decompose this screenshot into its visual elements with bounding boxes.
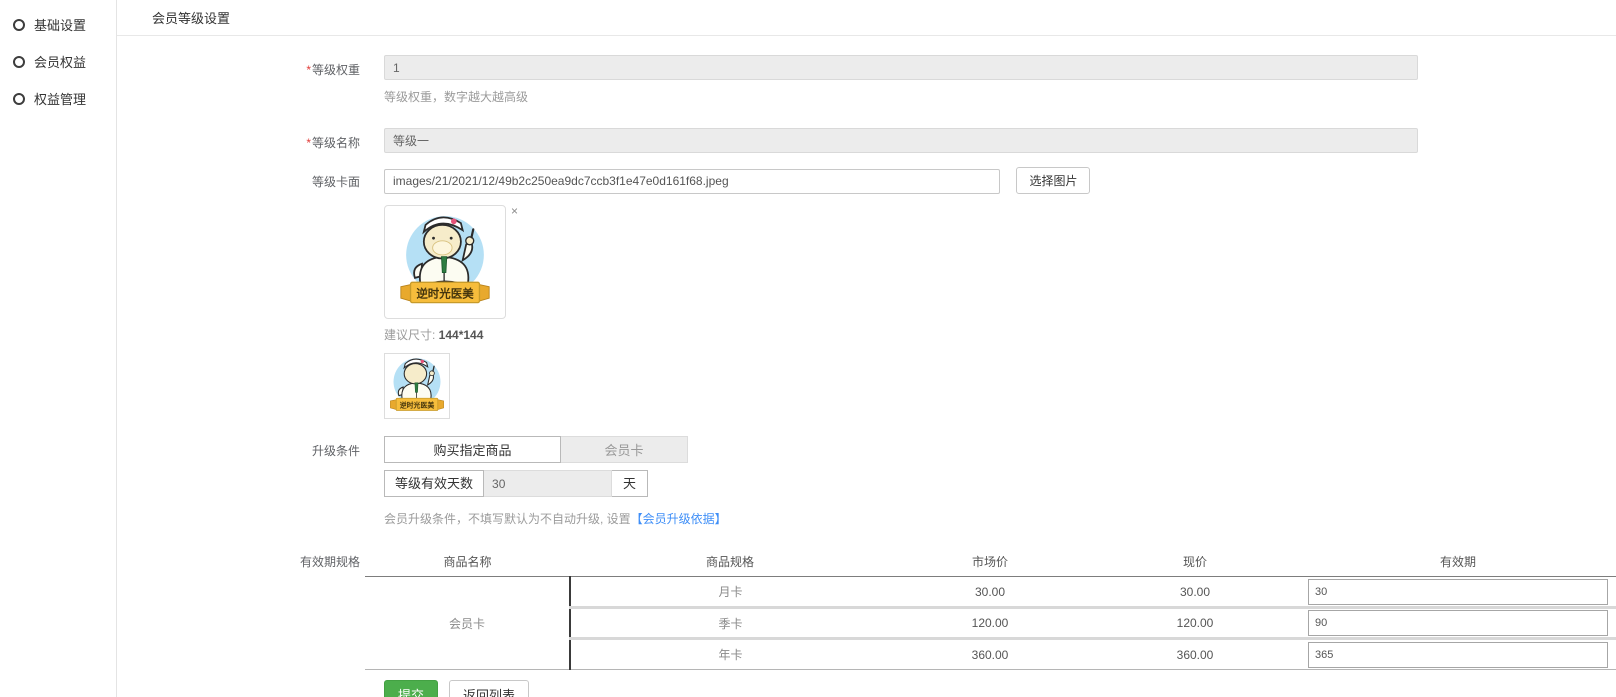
mascot-banner-text: 逆时光医美: [416, 286, 474, 300]
col-header-market-price: 市场价: [890, 549, 1090, 577]
back-to-list-button[interactable]: 返回列表: [449, 680, 529, 697]
level-card-label: 等级卡面: [117, 167, 360, 419]
card-image-preview: 逆时光医美: [384, 205, 506, 319]
form-actions: 提交 返回列表: [384, 680, 1616, 697]
validity-spec-label: 有效期规格: [117, 549, 360, 670]
validity-input[interactable]: [1308, 642, 1608, 668]
valid-days-label: 等级有效天数: [384, 470, 484, 497]
tab-member-card[interactable]: 会员卡: [561, 436, 688, 463]
spec-cell: 月卡: [570, 577, 890, 608]
upgrade-help: 会员升级条件，不填写默认为不自动升级, 设置【会员升级依据】: [384, 510, 1616, 527]
upgrade-condition-label: 升级条件: [117, 436, 360, 527]
radio-circle-icon: [13, 93, 25, 105]
spec-cell: 季卡: [570, 608, 890, 639]
sidebar-item-label: 会员权益: [34, 52, 86, 71]
sidebar-item-basic-settings[interactable]: 基础设置: [0, 6, 116, 43]
close-icon[interactable]: ×: [511, 205, 518, 217]
level-weight-input[interactable]: [384, 55, 1418, 80]
tab-buy-specified-goods[interactable]: 购买指定商品: [384, 436, 561, 463]
member-level-form: *等级权重 等级权重，数字越大越高级 *等级名称 等级卡面: [117, 55, 1616, 697]
validity-input[interactable]: [1308, 579, 1608, 605]
level-name-label: *等级名称: [117, 128, 360, 153]
upgrade-basis-link[interactable]: 【会员升级依据】: [631, 512, 727, 526]
level-weight-help: 等级权重，数字越大越高级: [384, 88, 1616, 105]
table-row: 会员卡 月卡 30.00 30.00: [365, 577, 1616, 608]
spec-table-header-row: 商品名称 商品规格 市场价 现价 有效期: [365, 549, 1616, 577]
valid-days-unit: 天: [612, 470, 648, 497]
valid-days-input[interactable]: [484, 470, 612, 497]
market-price-cell: 120.00: [890, 608, 1090, 639]
card-image-preview-wrap: 逆时光医美 ×: [384, 205, 1616, 319]
market-price-cell: 360.00: [890, 639, 1090, 670]
level-weight-label: *等级权重: [117, 55, 360, 105]
size-hint: 建议尺寸: 144*144: [384, 326, 1616, 343]
market-price-cell: 30.00: [890, 577, 1090, 608]
price-cell: 120.00: [1090, 608, 1300, 639]
col-header-product-name: 商品名称: [365, 549, 570, 577]
level-name-input[interactable]: [384, 128, 1418, 153]
sidebar-item-label: 基础设置: [34, 15, 86, 34]
card-image-thumbnail: 逆时光医美: [384, 353, 450, 419]
main-content: 会员等级设置 *等级权重 等级权重，数字越大越高级 *等级名称 等级卡面: [117, 0, 1616, 697]
form-row-level-weight: *等级权重 等级权重，数字越大越高级: [117, 55, 1616, 105]
form-row-level-card: 等级卡面 选择图片: [117, 167, 1616, 419]
col-header-price: 现价: [1090, 549, 1300, 577]
app-window: 基础设置 会员权益 权益管理 会员等级设置 *等级权重 等级权重，数字越大越高级: [0, 0, 1616, 697]
sidebar-item-benefit-management[interactable]: 权益管理: [0, 80, 116, 117]
spec-cell: 年卡: [570, 639, 890, 670]
page-title: 会员等级设置: [117, 0, 1616, 36]
col-header-product-spec: 商品规格: [570, 549, 890, 577]
radio-circle-icon: [13, 56, 25, 68]
spec-table: 商品名称 商品规格 市场价 现价 有效期 会员卡 月卡 30.00 30.00: [365, 549, 1616, 670]
validity-spec-section: 有效期规格 商品名称 商品规格 市场价 现价 有效期 会员卡: [117, 549, 1616, 670]
sidebar-item-label: 权益管理: [34, 89, 86, 108]
form-row-upgrade-condition: 升级条件 购买指定商品 会员卡 等级有效天数 天 会员升级条件，不填写默认为不自…: [117, 436, 1616, 527]
submit-button[interactable]: 提交: [384, 680, 438, 697]
form-row-level-name: *等级名称: [117, 128, 1616, 153]
size-hint-value: 144*144: [439, 328, 484, 342]
required-asterisk: *: [306, 63, 311, 77]
product-name-cell: 会员卡: [365, 577, 570, 670]
card-image-path-input[interactable]: [384, 169, 1000, 194]
price-cell: 30.00: [1090, 577, 1300, 608]
choose-image-button[interactable]: 选择图片: [1016, 167, 1090, 194]
upgrade-condition-tabs: 购买指定商品 会员卡: [384, 436, 1616, 463]
required-asterisk: *: [306, 136, 311, 150]
card-path-row: 选择图片: [384, 167, 1616, 194]
price-cell: 360.00: [1090, 639, 1300, 670]
radio-circle-icon: [13, 19, 25, 31]
sidebar-item-member-benefits[interactable]: 会员权益: [0, 43, 116, 80]
mascot-image: 逆时光医美: [392, 209, 498, 315]
validity-input[interactable]: [1308, 610, 1608, 636]
valid-days-group: 等级有效天数 天: [384, 470, 1616, 497]
mascot-image-small: 逆时光医美: [385, 354, 449, 418]
settings-sidebar: 基础设置 会员权益 权益管理: [0, 0, 117, 697]
col-header-validity: 有效期: [1300, 549, 1616, 577]
